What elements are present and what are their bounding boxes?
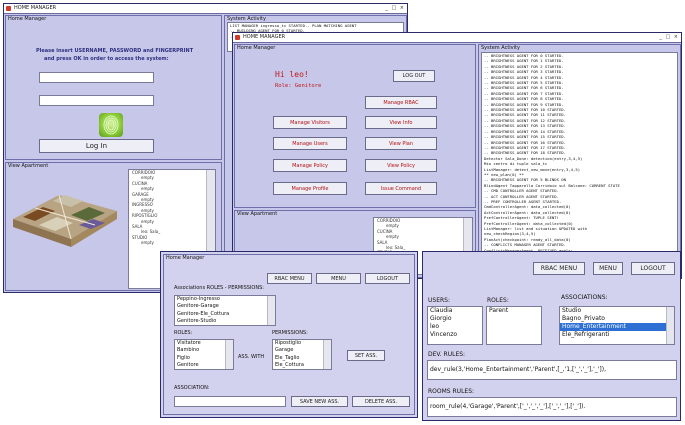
scrollbar[interactable] xyxy=(267,296,275,325)
list-item[interactable]: Studio xyxy=(560,307,674,315)
roles-list[interactable]: Parent xyxy=(486,306,542,345)
issue-command-button[interactable]: Issue Command xyxy=(365,182,437,195)
list-item[interactable]: Genitore-Garage xyxy=(175,303,275,310)
set-ass-button[interactable]: SET ASS. xyxy=(347,350,385,361)
roles-label: ROLES: xyxy=(487,297,509,304)
window-title: HOME MANAGER xyxy=(14,5,57,11)
login-panel: Home Manager Please insert USERNAME, PAS… xyxy=(5,15,222,160)
room-rule-field[interactable]: room_rule(4,'Garage','Parent',['_','_','… xyxy=(427,397,677,417)
panel-title: Home Manager xyxy=(166,255,205,261)
view-info-button[interactable]: View Info xyxy=(365,116,437,129)
window-controls[interactable]: _ □ × xyxy=(659,34,679,41)
login-prompt-line2: and press OK in order to access the syst… xyxy=(44,56,169,62)
panel-title: System Activity xyxy=(481,45,520,51)
list-item[interactable]: Genitore-Studio xyxy=(175,318,275,325)
manage-users-button[interactable]: Manage Users xyxy=(273,137,347,150)
roles-list[interactable]: Visitatore Bambino Figlio Genitore xyxy=(174,339,234,370)
manage-visitors-button[interactable]: Manage Visitors xyxy=(273,116,347,129)
association-field[interactable] xyxy=(174,396,286,407)
password-field[interactable] xyxy=(39,95,154,106)
menu-button[interactable]: MENU xyxy=(316,273,361,284)
rooms-rules-label: ROOMS RULES: xyxy=(428,388,475,395)
list-item[interactable]: Claudia xyxy=(428,307,482,315)
permissions-list[interactable]: Ripostiglio Garage Ele_Taglio Ele_Cottur… xyxy=(272,339,332,370)
window-title: HOME MANAGER xyxy=(243,34,286,40)
ass-with-label: ASS. WITH xyxy=(238,354,265,360)
system-activity-log[interactable]: -- BRIGHTNESS AGENT FOR 0 STARTED. -- BR… xyxy=(481,52,678,276)
list-item-selected[interactable]: Home_Entertainment xyxy=(560,323,674,331)
list-item[interactable]: Ele_Refrigeranti xyxy=(560,331,674,339)
panel-title: Home Manager xyxy=(8,16,47,22)
apartment-3d-view[interactable] xyxy=(9,181,121,251)
list-item[interactable]: Giorgio xyxy=(428,315,482,323)
login-prompt-line1: Please insert USERNAME, PASSWORD and FIN… xyxy=(36,48,194,54)
logout-button[interactable]: LOGOUT xyxy=(631,262,675,275)
view-plan-button[interactable]: View Plan xyxy=(365,137,437,150)
save-new-ass-button[interactable]: SAVE NEW ASS. xyxy=(291,396,348,407)
panel-title: View Apartment xyxy=(237,211,278,217)
rbac-menu-button[interactable]: RBAC MENU xyxy=(533,262,585,275)
list-item[interactable]: Parent xyxy=(487,307,541,315)
scrollbar[interactable] xyxy=(323,340,331,369)
delete-ass-button[interactable]: DELETE ASS. xyxy=(352,396,410,407)
dev-rules-label: DEV. RULES: xyxy=(428,351,466,358)
associations-list[interactable]: Studio Bagno_Privato Home_Entertainment … xyxy=(559,306,675,345)
associations-label: Associations ROLES - PERMISSIONS: xyxy=(174,285,264,291)
system-activity-panel: System Activity -- BRIGHTNESS AGENT FOR … xyxy=(478,44,681,278)
associations-label: ASSOCIATIONS: xyxy=(561,294,608,301)
logout-button[interactable]: LOG OUT xyxy=(393,70,435,82)
users-list[interactable]: Claudia Giorgio leo Vincenzo xyxy=(427,306,483,345)
window-controls[interactable]: _ □ × xyxy=(385,5,405,12)
title-bar: HOME MANAGER _ □ × xyxy=(4,4,407,14)
list-item[interactable]: Genitore-Ele_Cottura xyxy=(175,311,275,318)
scrollbar[interactable] xyxy=(225,340,233,369)
list-item[interactable]: Peppino-Ingresso xyxy=(175,296,275,303)
user-menu-panel: Home Manager Hi leo! Role: Genitore LOG … xyxy=(234,44,476,208)
rbac-roles-permissions-window: Home Manager RBAC MENU MENU LOGOUT Assoc… xyxy=(160,251,418,418)
manage-rbac-button[interactable]: Manage RBAC xyxy=(365,96,437,109)
panel-title: Home Manager xyxy=(237,45,276,51)
app-icon xyxy=(235,35,240,40)
menu-button[interactable]: MENU xyxy=(593,262,623,275)
title-bar: HOME MANAGER _ □ × xyxy=(233,33,681,43)
logout-button[interactable]: LOGOUT xyxy=(365,273,410,284)
view-policy-button[interactable]: View Policy xyxy=(365,159,437,172)
manage-profile-button[interactable]: Manage Profile xyxy=(273,182,347,195)
list-item[interactable]: leo xyxy=(428,323,482,331)
roles-label: ROLES: xyxy=(174,330,193,336)
scrollbar[interactable] xyxy=(666,307,674,344)
login-button[interactable]: Log In xyxy=(39,139,154,153)
panel-title: View Apartment xyxy=(8,163,49,169)
permissions-label: PERMISSIONS: xyxy=(272,330,308,336)
list-item[interactable]: Bagno_Privato xyxy=(560,315,674,323)
users-label: USERS: xyxy=(428,297,450,304)
rbac-menu-button[interactable]: RBAC MENU xyxy=(267,273,312,284)
home-manager-window-main: HOME MANAGER _ □ × Home Manager Hi leo! … xyxy=(232,32,682,279)
fingerprint-icon[interactable] xyxy=(99,113,123,137)
dev-rule-field[interactable]: dev_rule(3,'Home_Entertainment','Parent'… xyxy=(427,360,677,380)
username-field[interactable] xyxy=(39,72,154,83)
associations-list[interactable]: Peppino-Ingresso Genitore-Garage Genitor… xyxy=(174,295,276,326)
app-icon xyxy=(6,6,11,11)
room-state: empty xyxy=(141,240,154,246)
role-text: Role: Genitore xyxy=(275,83,322,89)
greeting-text: Hi leo! xyxy=(275,70,309,79)
association-label: ASSOCIATION: xyxy=(174,385,210,391)
list-item[interactable]: Vincenzo xyxy=(428,331,482,339)
rbac-users-rules-window: RBAC MENU MENU LOGOUT USERS: Claudia Gio… xyxy=(422,251,681,421)
manage-policy-button[interactable]: Manage Policy xyxy=(273,159,347,172)
rbac-panel: Home Manager RBAC MENU MENU LOGOUT Assoc… xyxy=(163,254,415,415)
